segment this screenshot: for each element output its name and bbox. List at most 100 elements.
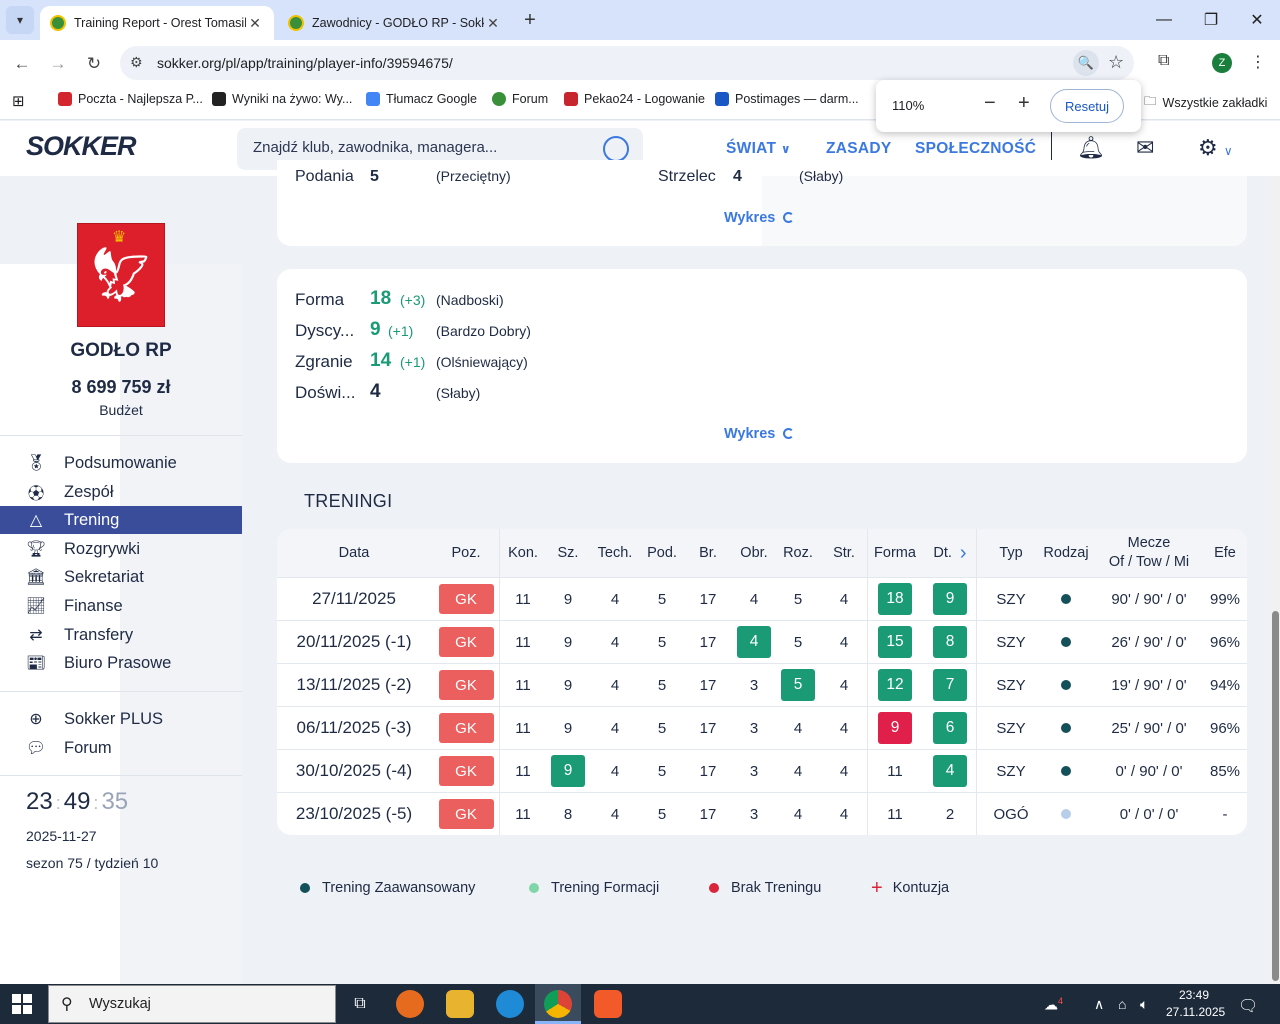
restore-button[interactable]: ❐ xyxy=(1188,0,1234,40)
scrollbar-thumb[interactable] xyxy=(1272,611,1279,981)
zoom-icon[interactable]: 🔍 xyxy=(1073,50,1099,76)
column-header[interactable]: Forma xyxy=(869,529,921,577)
column-header[interactable]: Sz. xyxy=(546,529,590,577)
volume-icon[interactable]: 🔈︎ xyxy=(1140,996,1148,1013)
task-view-icon[interactable]: ⧉ xyxy=(346,990,374,1018)
column-header[interactable]: Rodzaj xyxy=(1040,529,1092,577)
chevron-right-icon[interactable]: › xyxy=(960,540,967,566)
back-button[interactable]: ← xyxy=(8,50,36,78)
column-header[interactable]: Mecze Of / Tow / Mi xyxy=(1095,529,1203,577)
site-info-icon[interactable]: ⚙ xyxy=(130,54,143,71)
extensions-icon[interactable]: ⧉ xyxy=(1158,52,1169,70)
url-text[interactable]: sokker.org/pl/app/training/player-info/3… xyxy=(157,55,453,71)
column-header[interactable]: Obr. xyxy=(732,529,776,577)
column-header[interactable]: Tech. xyxy=(591,529,639,577)
all-bookmarks-folder[interactable]: 🗀 Wszystkie zakładki xyxy=(1144,92,1267,113)
file-explorer-icon[interactable] xyxy=(446,990,474,1018)
attr-delta: (+1) xyxy=(388,323,414,339)
edge-icon[interactable] xyxy=(496,990,524,1018)
bookmark-tlumacz[interactable]: Tłumacz Google xyxy=(366,92,477,106)
zoom-reset-button[interactable]: Resetuj xyxy=(1050,89,1124,123)
minimize-button[interactable]: — xyxy=(1141,0,1187,40)
forward-button[interactable]: → xyxy=(44,50,72,78)
sidebar-item-forum[interactable]: 💬︎ Forum xyxy=(0,734,242,762)
cell-dt: 4 xyxy=(925,750,975,792)
bookmark-star-icon[interactable]: ☆ xyxy=(1108,52,1124,73)
page-scrollbar[interactable] xyxy=(1271,176,1280,984)
close-window-button[interactable]: ✕ xyxy=(1234,0,1280,40)
zoom-out-button[interactable]: − xyxy=(984,92,996,115)
sidebar-item-transfers[interactable]: ⇄ Transfery xyxy=(0,621,242,649)
sidebar-item-training[interactable]: △ Trening xyxy=(0,506,242,534)
cell-dt: 8 xyxy=(925,621,975,663)
column-header[interactable]: Kon. xyxy=(501,529,545,577)
bookmark-pekao[interactable]: Pekao24 - Logowanie xyxy=(564,92,705,106)
tab-list-button[interactable]: ▾ xyxy=(6,6,34,34)
nav-community[interactable]: SPOŁECZNOŚĆ xyxy=(915,140,1036,158)
browser-menu-icon[interactable]: ⋮ xyxy=(1250,52,1266,72)
close-tab-icon[interactable]: ✕ xyxy=(246,15,264,32)
cell-tech: 4 xyxy=(610,633,620,651)
profile-avatar[interactable]: Z xyxy=(1212,53,1232,73)
cell-str: 4 xyxy=(839,805,849,823)
apps-grid-icon[interactable]: ⊞ xyxy=(12,92,25,110)
new-tab-button[interactable]: + xyxy=(518,8,542,32)
bookmark-postimages[interactable]: Postimages — darm... xyxy=(715,92,859,106)
attributes-chart-link[interactable]: Wykres xyxy=(724,426,795,442)
zoom-in-button[interactable]: + xyxy=(1018,92,1030,115)
sidebar-item-secretariat[interactable]: 🏛︎ Sekretariat xyxy=(0,563,242,591)
plus-icon: + xyxy=(871,877,883,899)
taskbar-clock[interactable]: 23:49 27.11.2025 xyxy=(1166,987,1225,1021)
sidebar-item-finances[interactable]: 📈︎ Finanse xyxy=(0,592,242,620)
brave-icon[interactable] xyxy=(594,990,622,1018)
column-header[interactable]: Roz. xyxy=(776,529,820,577)
column-header[interactable]: Dt. › xyxy=(925,529,975,577)
bookmark-forum[interactable]: Forum xyxy=(492,92,548,106)
weather-icon[interactable]: ☁4 xyxy=(1044,996,1063,1014)
mail-icon[interactable]: ✉ xyxy=(1136,135,1154,161)
sidebar-item-sokker-plus[interactable]: ⊕ Sokker PLUS xyxy=(0,705,242,733)
settings-gear-icon[interactable]: ⚙ ∨ xyxy=(1198,135,1233,161)
tab-zawodnicy[interactable]: Zawodnicy - GODŁO RP - Sokker ✕ xyxy=(278,6,512,40)
sidebar-item-press[interactable]: 📰︎ Biuro Prasowe xyxy=(0,649,242,677)
network-icon[interactable]: ⌂ xyxy=(1118,996,1126,1012)
chrome-icon[interactable] xyxy=(544,990,572,1018)
cell-date: 30/10/2025 (-4) xyxy=(295,761,413,780)
sidebar-divider xyxy=(0,435,242,436)
column-header[interactable]: Str. xyxy=(822,529,866,577)
reload-button[interactable]: ↻ xyxy=(80,50,108,78)
cell-sz: 8 xyxy=(563,805,573,823)
club-name[interactable]: GODŁO RP xyxy=(0,340,242,362)
building-icon: 🏛︎ xyxy=(25,569,47,586)
column-header[interactable]: Typ xyxy=(985,529,1037,577)
sokker-logo[interactable]: SOKKER xyxy=(26,131,137,162)
tab-training-report[interactable]: Training Report - Orest Tomasik ✕ xyxy=(40,6,274,40)
bell-icon[interactable]: 🔔︎ xyxy=(1077,135,1105,161)
sidebar-item-summary[interactable]: 🏅︎ Podsumowanie xyxy=(0,449,242,477)
skills-chart-link[interactable]: Wykres xyxy=(724,210,795,226)
bookmark-wyniki[interactable]: Wyniki na żywo: Wy... xyxy=(212,92,352,106)
cell-obr: 4 xyxy=(732,621,776,663)
nav-world[interactable]: ŚWIAT ∨ xyxy=(726,140,791,158)
column-header[interactable]: Efe xyxy=(1205,529,1245,577)
column-header[interactable]: Poz. xyxy=(435,529,497,577)
sidebar-item-competitions[interactable]: 🏆︎ Rozgrywki xyxy=(0,535,242,563)
notifications-icon[interactable]: 🗨︎ xyxy=(1238,996,1258,1016)
tray-chevron-up-icon[interactable]: ∧ xyxy=(1094,996,1104,1013)
table-row: 06/11/2025 (-3) GK 11 9 4 5 17 3 4 4 9 6 SZY 25' / 90… xyxy=(277,706,1247,749)
windows-start-icon[interactable] xyxy=(12,994,32,1014)
column-header[interactable]: Data xyxy=(289,529,419,577)
taskbar-search[interactable]: ⚲ Wyszukaj xyxy=(48,985,336,1023)
search-icon[interactable] xyxy=(603,136,629,162)
firefox-icon[interactable] xyxy=(396,990,424,1018)
legend-dot xyxy=(709,883,719,893)
sidebar-item-team[interactable]: ⚽︎ Zespół xyxy=(0,478,242,506)
nav-rules[interactable]: ZASADY xyxy=(826,140,892,158)
chevron-down-icon: ∨ xyxy=(780,142,791,156)
search-input[interactable] xyxy=(253,139,583,156)
column-header[interactable]: Br. xyxy=(685,529,731,577)
column-header[interactable]: Pod. xyxy=(640,529,684,577)
bookmark-poczta[interactable]: Poczta - Najlepsza P... xyxy=(58,92,203,106)
close-tab-icon[interactable]: ✕ xyxy=(484,15,502,32)
search-icon: ⚲ xyxy=(61,996,73,1013)
